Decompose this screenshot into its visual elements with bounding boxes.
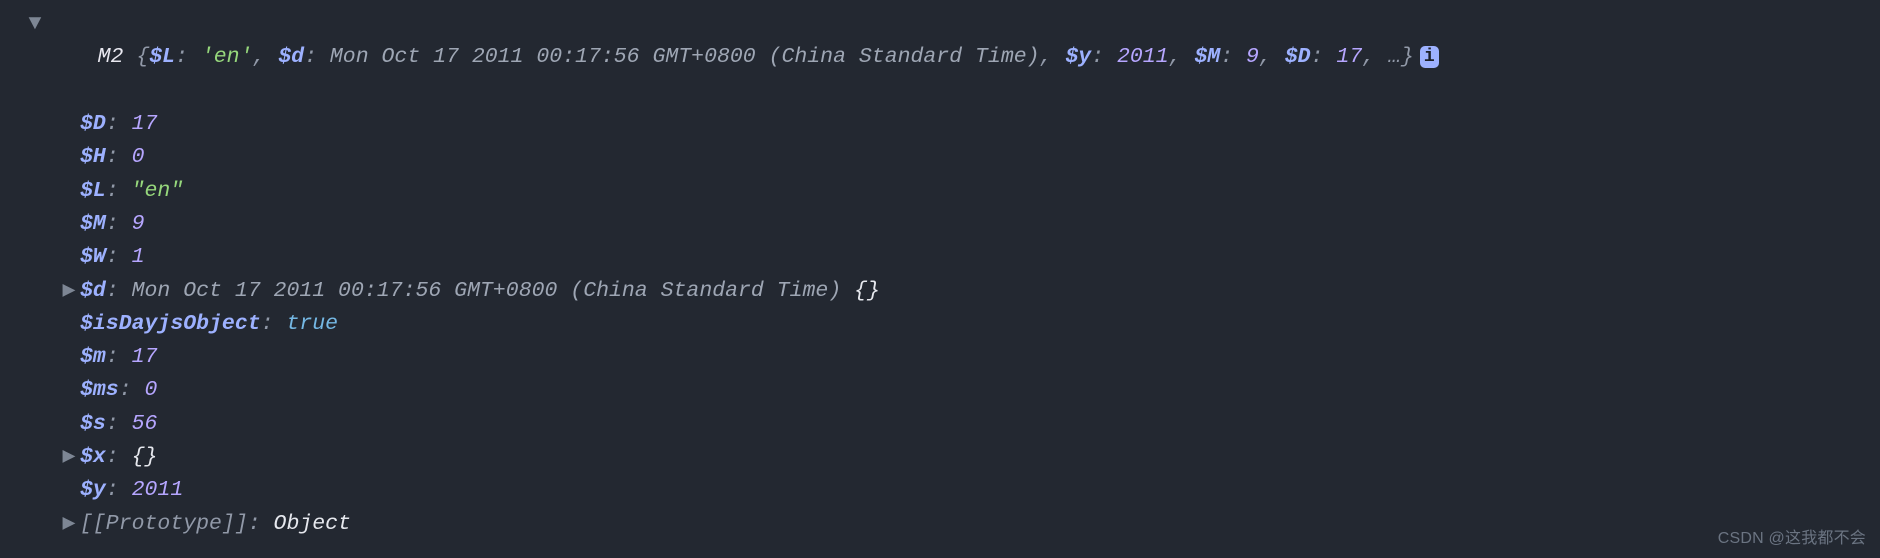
prop-row-D[interactable]: $D: 17 bbox=[28, 108, 1880, 141]
summary-key-3: $M bbox=[1194, 45, 1220, 69]
prop-val: 9 bbox=[132, 212, 145, 236]
prop-val: {} bbox=[132, 445, 158, 469]
prop-key: $m bbox=[80, 345, 106, 369]
brace-close: } bbox=[1401, 45, 1414, 69]
toggle-arrow-right-icon[interactable]: ▶ bbox=[62, 275, 76, 308]
toggle-arrow-down-icon[interactable]: ▼ bbox=[28, 8, 42, 41]
summary-key-4: $D bbox=[1285, 45, 1311, 69]
proto-key: [[Prototype]] bbox=[80, 512, 248, 536]
console-output: ▼M2 {$L: 'en', $d: Mon Oct 17 2011 00:17… bbox=[0, 0, 1880, 558]
prop-key: $D bbox=[80, 112, 106, 136]
summary-val-4: 17 bbox=[1336, 45, 1362, 69]
prop-row-x[interactable]: ▶$x: {} bbox=[28, 441, 1880, 474]
summary-val-2: 2011 bbox=[1117, 45, 1169, 69]
toggle-arrow-right-icon[interactable]: ▶ bbox=[62, 508, 76, 541]
prop-row-y[interactable]: $y: 2011 bbox=[28, 474, 1880, 507]
prop-val: 1 bbox=[132, 245, 145, 269]
prop-row-isDayjsObject[interactable]: $isDayjsObject: true bbox=[28, 308, 1880, 341]
summary-ellipsis: … bbox=[1388, 45, 1401, 69]
prop-row-m[interactable]: $m: 17 bbox=[28, 341, 1880, 374]
prop-key: $W bbox=[80, 245, 106, 269]
prop-val: 0 bbox=[145, 378, 158, 402]
prop-val: true bbox=[286, 312, 338, 336]
prop-row-prototype[interactable]: ▶[[Prototype]]: Object bbox=[28, 508, 1880, 541]
prop-key: $x bbox=[80, 445, 106, 469]
prop-val: 0 bbox=[132, 145, 145, 169]
summary-val-3: 9 bbox=[1246, 45, 1259, 69]
prop-val: 56 bbox=[132, 412, 158, 436]
summary-val-0: 'en' bbox=[201, 45, 253, 69]
summary-key-0: $L bbox=[149, 45, 175, 69]
prop-row-ms[interactable]: $ms: 0 bbox=[28, 374, 1880, 407]
prop-row-W[interactable]: $W: 1 bbox=[28, 241, 1880, 274]
prop-val: "en" bbox=[132, 179, 184, 203]
prop-key: $s bbox=[80, 412, 106, 436]
toggle-arrow-right-icon[interactable]: ▶ bbox=[62, 441, 76, 474]
prop-key: $isDayjsObject bbox=[80, 312, 261, 336]
prop-row-s[interactable]: $s: 56 bbox=[28, 408, 1880, 441]
prop-row-d[interactable]: ▶$d: Mon Oct 17 2011 00:17:56 GMT+0800 (… bbox=[28, 275, 1880, 308]
prop-key: $L bbox=[80, 179, 106, 203]
prop-row-L[interactable]: $L: "en" bbox=[28, 175, 1880, 208]
prop-key: $y bbox=[80, 478, 106, 502]
class-name: M2 bbox=[98, 45, 124, 69]
proto-val: Object bbox=[274, 512, 351, 536]
summary-val-1: Mon Oct 17 2011 00:17:56 GMT+0800 (China… bbox=[330, 45, 1040, 69]
summary-key-2: $y bbox=[1065, 45, 1091, 69]
brace-open: { bbox=[136, 45, 149, 69]
prop-val: Mon Oct 17 2011 00:17:56 GMT+0800 (China… bbox=[132, 279, 842, 303]
prop-key: $H bbox=[80, 145, 106, 169]
prop-key: $ms bbox=[80, 378, 119, 402]
prop-row-H[interactable]: $H: 0 bbox=[28, 141, 1880, 174]
prop-val: 17 bbox=[132, 112, 158, 136]
prop-suffix: {} bbox=[841, 279, 880, 303]
prop-val: 17 bbox=[132, 345, 158, 369]
summary-key-1: $d bbox=[278, 45, 304, 69]
prop-val: 2011 bbox=[132, 478, 184, 502]
prop-row-M[interactable]: $M: 9 bbox=[28, 208, 1880, 241]
prop-key: $d bbox=[80, 279, 106, 303]
object-summary-row[interactable]: ▼M2 {$L: 'en', $d: Mon Oct 17 2011 00:17… bbox=[28, 8, 1880, 108]
info-badge-icon[interactable]: i bbox=[1420, 46, 1439, 68]
prop-key: $M bbox=[80, 212, 106, 236]
watermark-text: CSDN @这我都不会 bbox=[1718, 527, 1866, 552]
